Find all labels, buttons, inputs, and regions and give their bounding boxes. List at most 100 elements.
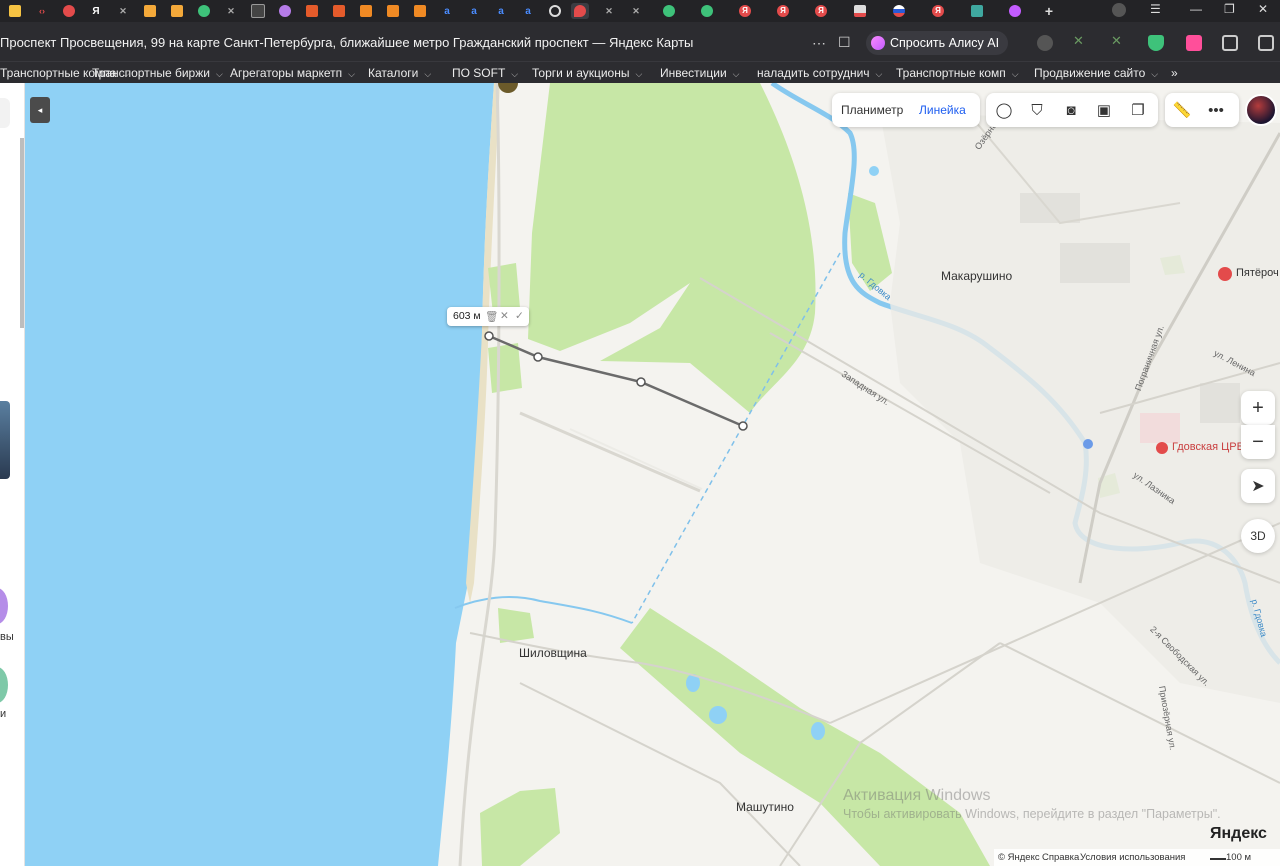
tab[interactable]: Я — [774, 3, 792, 19]
transport-icon[interactable]: ▣ — [1094, 100, 1114, 120]
tab[interactable] — [60, 3, 78, 19]
ruler-icon[interactable]: 📏 — [1172, 100, 1192, 120]
more-icon[interactable]: ⋯ — [812, 35, 826, 52]
tab[interactable] — [1006, 3, 1024, 19]
camera-icon[interactable]: ◙ — [1061, 100, 1081, 120]
auto-tab-icon: a — [471, 5, 477, 17]
check-icon[interactable]: ✓ — [515, 310, 524, 322]
road — [569, 428, 703, 490]
lightbulb-icon[interactable] — [1037, 35, 1053, 51]
side-panel[interactable]: вы и — [0, 83, 25, 866]
maximize-icon[interactable]: ❐ — [1224, 2, 1235, 16]
x-icon: ✕ — [632, 6, 640, 16]
download-icon[interactable] — [1258, 35, 1274, 51]
minimize-icon[interactable]: — — [1190, 2, 1202, 16]
ruler-mode-switch: Планиметр Линейка — [832, 93, 980, 127]
zoom-in-button[interactable]: + — [1241, 391, 1275, 425]
extension-icon[interactable] — [1186, 35, 1202, 51]
tab[interactable]: ✕ — [222, 3, 240, 19]
terms-link[interactable]: Условия использования — [1080, 852, 1185, 863]
tab[interactable]: a — [465, 3, 483, 19]
forest-area — [480, 788, 560, 866]
alice-button[interactable]: Спросить Алису AI — [866, 31, 1008, 55]
view-3d-button[interactable]: 3D — [1241, 519, 1275, 553]
gear-icon — [63, 5, 75, 17]
tab[interactable] — [195, 3, 213, 19]
x-icon[interactable]: ✕ — [1111, 33, 1127, 49]
bookmark-folder[interactable]: Транспортные комп ⌵ — [896, 66, 1019, 80]
side-panel-tab[interactable] — [0, 98, 10, 128]
code-icon: ‹› — [39, 6, 45, 16]
x-icon[interactable]: ✕ — [1073, 33, 1089, 49]
close-icon[interactable]: ✕ — [1258, 2, 1268, 16]
tab[interactable] — [141, 3, 159, 19]
avatar[interactable] — [1245, 94, 1277, 126]
shield-icon[interactable] — [1148, 35, 1164, 51]
tab[interactable]: Я — [736, 3, 754, 19]
page-title[interactable]: Проспект Просвещения, 99 на карте Санкт-… — [0, 35, 693, 50]
thumbnail-image[interactable] — [0, 401, 10, 479]
bookmark-icon[interactable]: ☐ — [838, 34, 851, 51]
tab[interactable] — [276, 3, 294, 19]
tab[interactable]: Я — [87, 3, 105, 19]
tab[interactable]: ✕ — [627, 3, 645, 19]
tab[interactable]: a — [519, 3, 537, 19]
location-icon[interactable]: ➤ — [1241, 469, 1275, 503]
shop-icon — [1218, 267, 1232, 281]
bookmark-folder[interactable]: Каталоги ⌵ — [368, 66, 431, 80]
tab[interactable] — [698, 3, 716, 19]
map-canvas[interactable]: вы и ◂ Макарушино Шиловщина Машутино Пят… — [0, 83, 1280, 866]
tab[interactable]: Я — [929, 3, 947, 19]
bookmark-folder[interactable]: Торги и аукционы ⌵ — [532, 66, 642, 80]
delete-icon[interactable]: 🗑 — [485, 310, 498, 323]
collapse-panel-button[interactable]: ◂ — [30, 97, 50, 123]
action-icon[interactable] — [0, 588, 8, 624]
tab[interactable] — [660, 3, 678, 19]
ruler-tab[interactable]: Линейка — [919, 103, 966, 117]
copy-icon[interactable] — [1222, 35, 1238, 51]
traffic-icon[interactable]: ◯ — [994, 100, 1014, 120]
tab[interactable]: a — [492, 3, 510, 19]
bookmark-folder[interactable]: ПО SOFT ⌵ — [452, 66, 518, 80]
tab[interactable] — [546, 3, 564, 19]
new-tab-button[interactable]: + — [1040, 3, 1058, 19]
bookmark-folder[interactable]: Продвижение сайто ⌵ — [1034, 66, 1158, 80]
tab[interactable] — [411, 3, 429, 19]
tab[interactable]: Я — [812, 3, 830, 19]
zoom-out-button[interactable]: − — [1241, 425, 1275, 459]
hospital-icon — [1156, 442, 1168, 454]
tab[interactable] — [6, 3, 24, 19]
building — [1060, 243, 1130, 283]
tab[interactable]: a — [438, 3, 456, 19]
tab[interactable]: ✕ — [600, 3, 618, 19]
tab[interactable] — [890, 3, 908, 19]
panorama-icon[interactable]: ⛉ — [1027, 100, 1047, 120]
profile-icon[interactable] — [1112, 3, 1126, 17]
bookmark-folder[interactable]: Агрегаторы маркетп ⌵ — [230, 66, 355, 80]
bookmark-folder[interactable]: Транспортные биржи ⌵ — [92, 66, 223, 80]
bookmark-folder[interactable]: наладить сотруднич ⌵ — [757, 66, 882, 80]
close-icon[interactable]: ✕ — [500, 310, 509, 322]
alice-icon — [871, 36, 885, 50]
tab[interactable] — [249, 3, 267, 19]
layers-icon[interactable]: ❐ — [1128, 100, 1148, 120]
tab[interactable] — [968, 3, 986, 19]
tab[interactable]: ‹› — [33, 3, 51, 19]
tab[interactable] — [384, 3, 402, 19]
scrollbar[interactable] — [20, 138, 24, 328]
tab[interactable]: ✕ — [114, 3, 132, 19]
bookmarks-more-button[interactable]: » — [1171, 66, 1178, 80]
tab[interactable] — [330, 3, 348, 19]
help-link[interactable]: Справка — [1042, 852, 1079, 863]
tab[interactable] — [851, 3, 869, 19]
layers-toolbar: ◯ ⛉ ◙ ▣ ❐ — [986, 93, 1158, 127]
menu-icon[interactable]: ☰ — [1150, 2, 1161, 16]
planimeter-tab[interactable]: Планиметр — [841, 103, 903, 117]
tab[interactable] — [303, 3, 321, 19]
tab[interactable] — [168, 3, 186, 19]
more-icon[interactable]: ••• — [1206, 100, 1226, 120]
tab-active[interactable] — [571, 3, 589, 19]
action-icon[interactable] — [0, 667, 8, 703]
tab[interactable] — [357, 3, 375, 19]
bookmark-folder[interactable]: Инвестиции ⌵ — [660, 66, 739, 80]
